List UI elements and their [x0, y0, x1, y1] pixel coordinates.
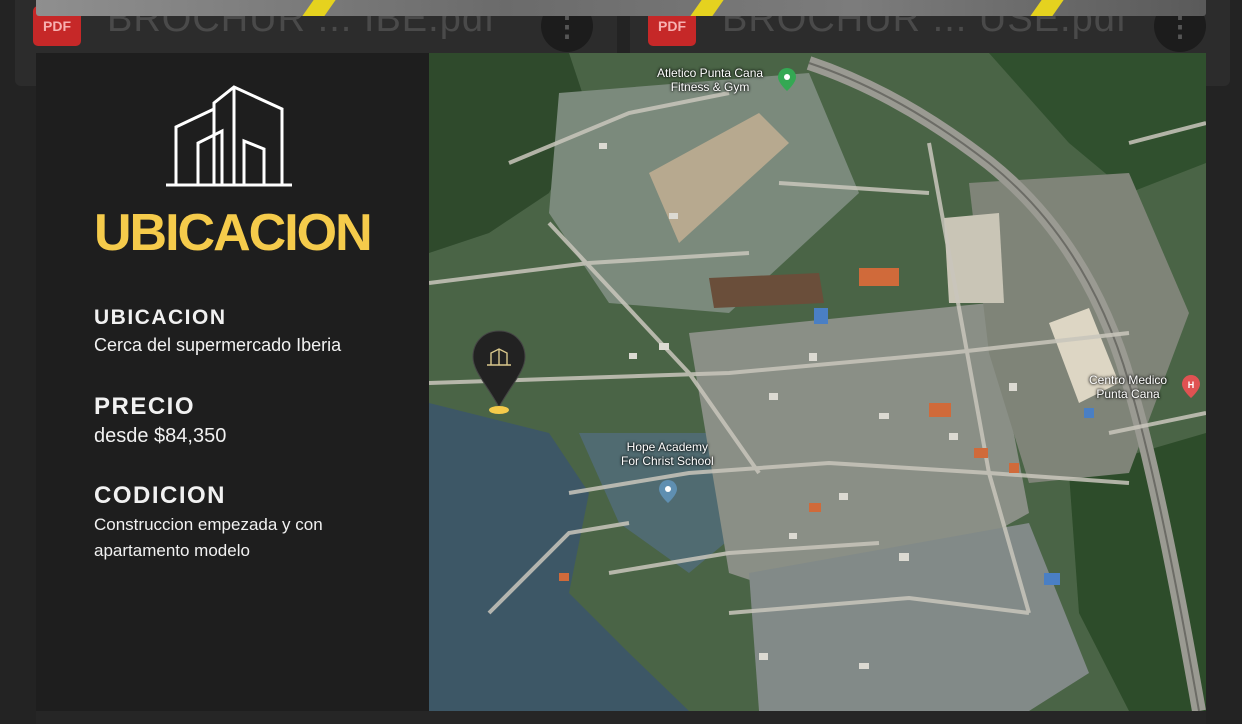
buildings-logo-icon: [166, 85, 292, 187]
bottom-bar: [36, 711, 1206, 724]
location-label: UBICACION: [94, 306, 227, 329]
map-label-school: Hope Academy For Christ School: [621, 440, 714, 468]
condition-label: CODICION: [94, 482, 226, 509]
svg-text:H: H: [1188, 380, 1195, 390]
map-label-hospital: Centro Medico Punta Cana: [1089, 373, 1168, 401]
location-info: UBICACION Cerca del supermercado Iberia: [94, 306, 341, 358]
brochure-slide: UBICACION UBICACION Cerca del supermerca…: [36, 53, 1206, 711]
location-value: Cerca del supermercado Iberia: [94, 335, 342, 355]
price-label: PRECIO: [94, 393, 196, 420]
section-heading: UBICACION: [94, 204, 373, 262]
condition-value: Construccion empezada y con apartamento …: [94, 515, 323, 560]
map-label-gym: Atletico Punta Cana Fitness & Gym: [657, 66, 764, 94]
price-info: PRECIO desde $84,350: [94, 393, 226, 449]
previous-page-strip: [36, 0, 1206, 16]
condition-info: CODICION Construccion empezada y con apa…: [94, 482, 384, 564]
info-panel: UBICACION UBICACION Cerca del supermerca…: [36, 53, 429, 711]
satellite-map[interactable]: H Atletico Punta Cana Fitness & Gym Cent…: [429, 53, 1206, 711]
price-value: desde $84,350: [94, 425, 227, 447]
